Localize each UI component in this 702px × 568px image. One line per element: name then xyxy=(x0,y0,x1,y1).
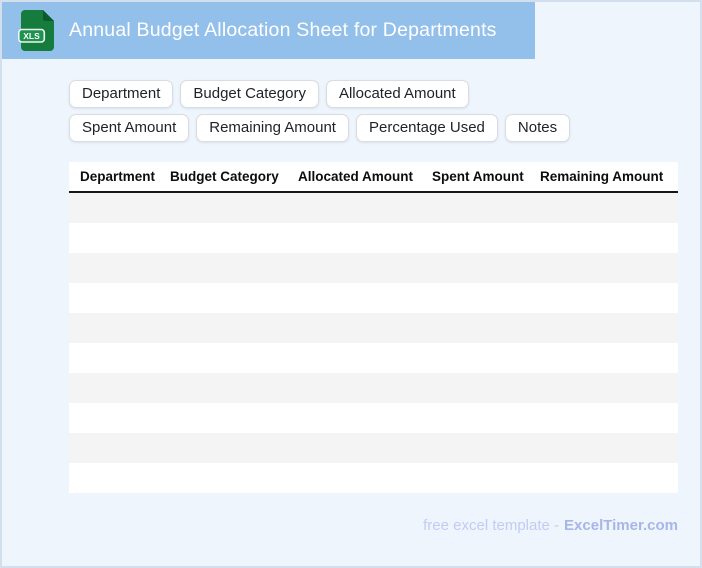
field-tags: Department Budget Category Allocated Amoun… xyxy=(69,80,585,142)
table-row xyxy=(69,313,678,343)
table-cell xyxy=(534,373,678,403)
table-cell xyxy=(534,463,678,493)
footer-text: free excel template - xyxy=(423,517,560,534)
table-cell xyxy=(69,223,164,253)
field-tag-budget-category[interactable]: Budget Category xyxy=(180,80,319,108)
table-cell xyxy=(426,253,534,283)
table-cell xyxy=(426,463,534,493)
table-cell xyxy=(426,433,534,463)
table-cell xyxy=(426,403,534,433)
xls-icon-label: XLS xyxy=(23,31,40,41)
column-header-budget-category: Budget Category xyxy=(170,169,279,184)
table-row xyxy=(69,343,678,373)
table-cell xyxy=(69,433,164,463)
table-cell xyxy=(164,433,292,463)
table-cell xyxy=(292,313,426,343)
field-tag-percentage-used[interactable]: Percentage Used xyxy=(355,114,498,142)
table-cell xyxy=(426,223,534,253)
table-cell xyxy=(164,403,292,433)
table-cell xyxy=(426,343,534,373)
xls-file-icon: XLS xyxy=(18,9,55,52)
field-tag-department[interactable]: Department xyxy=(69,80,174,108)
table-cell xyxy=(69,403,164,433)
field-tag-remaining-amount[interactable]: Remaining Amount xyxy=(196,114,349,142)
table-cell xyxy=(69,373,164,403)
table-cell xyxy=(164,193,292,223)
table-row xyxy=(69,283,678,313)
table-cell xyxy=(69,283,164,313)
table-header-row: Department Budget Category Allocated Amoun… xyxy=(69,162,678,193)
table-cell xyxy=(69,193,164,223)
table-cell xyxy=(292,343,426,373)
table-cell xyxy=(164,223,292,253)
field-tag-spent-amount[interactable]: Spent Amount xyxy=(69,114,190,142)
table-cell xyxy=(292,403,426,433)
table-row xyxy=(69,253,678,283)
table-cell xyxy=(534,253,678,283)
table-cell xyxy=(534,403,678,433)
table-body xyxy=(69,193,678,493)
table-row xyxy=(69,403,678,433)
column-header-department: Department xyxy=(80,169,156,184)
column-header-spent-amount: Spent Amount xyxy=(432,169,524,184)
table-cell xyxy=(69,313,164,343)
table-cell xyxy=(426,193,534,223)
table-cell xyxy=(69,343,164,373)
column-header-remaining-amount: Remaining Amount xyxy=(540,169,664,184)
column-header-allocated-amount: Allocated Amount xyxy=(298,169,414,184)
table-cell xyxy=(292,433,426,463)
table-cell xyxy=(292,373,426,403)
footer: free excel template - ExcelTimer.com xyxy=(423,516,678,536)
table-cell xyxy=(292,463,426,493)
table-cell xyxy=(164,373,292,403)
table-cell xyxy=(164,343,292,373)
table-row xyxy=(69,463,678,493)
table-cell xyxy=(292,283,426,313)
page: XLS Annual Budget Allocation Sheet for D… xyxy=(0,0,702,568)
field-tag-notes[interactable]: Notes xyxy=(504,114,571,142)
table-cell xyxy=(534,223,678,253)
table-cell xyxy=(164,253,292,283)
table-cell xyxy=(292,223,426,253)
table-cell xyxy=(292,253,426,283)
table-cell xyxy=(534,283,678,313)
table-cell xyxy=(534,343,678,373)
table-cell xyxy=(426,373,534,403)
table-cell xyxy=(164,313,292,343)
footer-brand-link[interactable]: ExcelTimer.com xyxy=(564,517,678,534)
table-cell xyxy=(69,463,164,493)
table-cell xyxy=(164,283,292,313)
table-cell xyxy=(534,193,678,223)
table-cell xyxy=(426,313,534,343)
table-cell xyxy=(69,253,164,283)
table-row xyxy=(69,193,678,223)
page-title: Annual Budget Allocation Sheet for Depar… xyxy=(69,19,497,41)
header-band: XLS Annual Budget Allocation Sheet for D… xyxy=(2,2,535,59)
table-cell xyxy=(534,433,678,463)
table-cell xyxy=(164,463,292,493)
table-cell xyxy=(292,193,426,223)
table-cell xyxy=(426,283,534,313)
table-row xyxy=(69,433,678,463)
table-row xyxy=(69,223,678,253)
field-tag-allocated-amount[interactable]: Allocated Amount xyxy=(325,80,469,108)
table-cell xyxy=(534,313,678,343)
budget-table: Department Budget Category Allocated Amoun… xyxy=(69,162,678,493)
table-row xyxy=(69,373,678,403)
